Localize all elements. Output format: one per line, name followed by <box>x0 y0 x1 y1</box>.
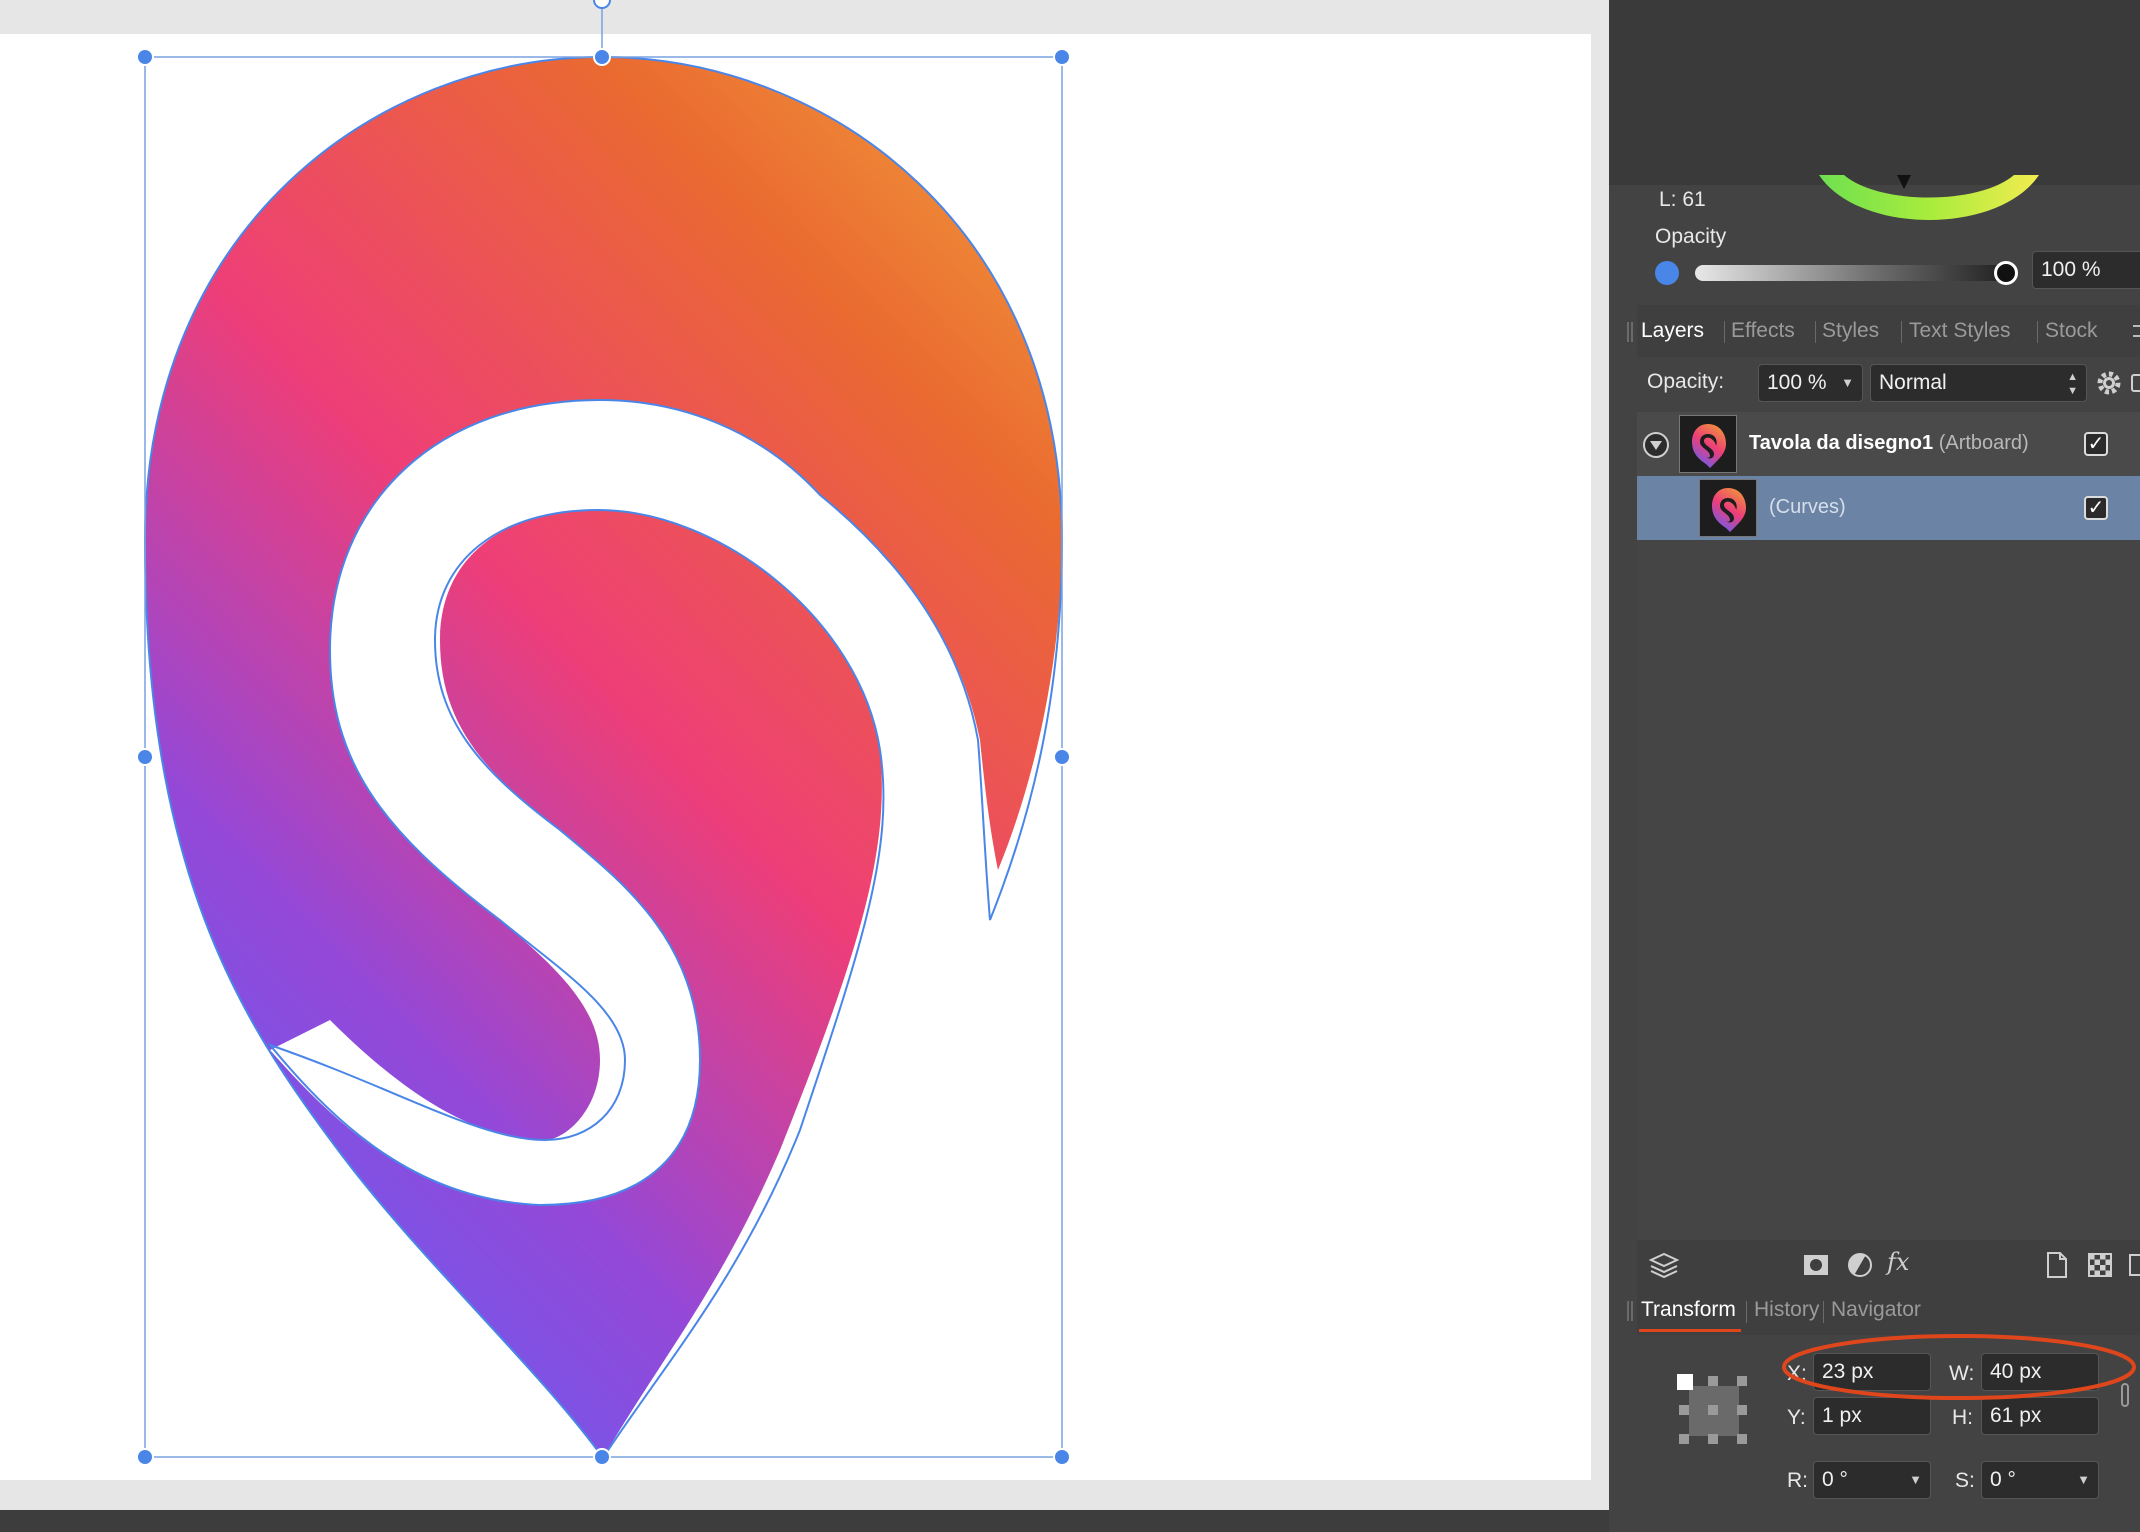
layer-row-artboard[interactable]: Tavola da disegno1 (Artboard) ✓ <box>1637 412 2140 476</box>
colour-panel: L: 61 Opacity 100 % <box>1609 175 2140 305</box>
lightness-readout: L: 61 <box>1659 188 1706 211</box>
tab-divider <box>1815 321 1816 343</box>
rotation-label: R: <box>1787 1469 1808 1492</box>
handle-top-center <box>593 48 611 66</box>
tab-divider <box>1901 321 1902 343</box>
layer-name: Tavola da disegno1 (Artboard) <box>1749 432 2029 455</box>
fx-icon[interactable]: fx <box>1887 1248 1909 1276</box>
highlight-ellipse-annotation <box>1782 1334 2136 1400</box>
opacity-input[interactable]: 100 % <box>2032 251 2140 289</box>
handle-top-right <box>1053 48 1071 66</box>
adjustment-icon[interactable] <box>1843 1248 1877 1282</box>
tab-layers[interactable]: Layers <box>1641 305 1704 357</box>
transform-tab-bar: Transform History Navigator <box>1637 1285 2140 1335</box>
y-label: Y: <box>1787 1406 1806 1429</box>
tab-effects[interactable]: Effects <box>1731 305 1795 357</box>
tab-divider <box>2037 321 2038 343</box>
layer-type: (Curves) <box>1769 496 1846 518</box>
handle-bottom-center <box>593 1448 611 1466</box>
tab-history[interactable]: History <box>1754 1285 1819 1335</box>
logo-thumbnail-icon <box>1712 488 1746 532</box>
layers-panel-grip-icon[interactable] <box>1627 322 1633 342</box>
layers-stack-icon[interactable] <box>1647 1248 1681 1282</box>
layer-thumbnail <box>1699 479 1757 537</box>
handle-middle-left <box>136 748 154 766</box>
tab-text-styles[interactable]: Text Styles <box>1909 305 2011 357</box>
panel-menu-icon[interactable] <box>2133 325 2140 337</box>
tab-divider <box>1724 321 1725 343</box>
tab-divider <box>1746 1301 1747 1323</box>
lock-icon[interactable] <box>2131 374 2140 392</box>
tab-divider <box>1823 1301 1824 1323</box>
colour-wheel-arc[interactable] <box>1799 175 2059 235</box>
layer-type: (Artboard) <box>1938 432 2029 454</box>
up-down-chevron-icon: ▲ ▼ <box>2067 371 2078 397</box>
chevron-down-icon: ▼ <box>1909 1472 1922 1487</box>
colour-swatch[interactable] <box>1655 261 1679 285</box>
active-tab-underline <box>1639 1329 1741 1332</box>
tab-stock[interactable]: Stock <box>2045 305 2098 357</box>
blend-mode-value: Normal <box>1879 371 1947 394</box>
tab-transform[interactable]: Transform <box>1641 1285 1736 1335</box>
shear-value: 0 ° <box>1990 1468 2016 1491</box>
gear-icon[interactable] <box>2096 370 2122 396</box>
chevron-down-icon: ▼ <box>2077 1472 2090 1487</box>
opacity-slider[interactable] <box>1695 265 2005 281</box>
hue-marker-icon <box>1897 175 1911 189</box>
checkerboard-icon[interactable] <box>2083 1248 2117 1282</box>
layer-opacity-label: Opacity: <box>1647 370 1725 393</box>
rotation-value: 0 ° <box>1822 1468 1848 1491</box>
layer-opacity-select[interactable]: 100 % ▼ <box>1758 364 1863 402</box>
layer-thumbnail <box>1679 415 1737 473</box>
layer-row-curves[interactable]: (Curves) ✓ <box>1637 476 2140 540</box>
chevron-down-icon: ▼ <box>1841 375 1854 390</box>
transform-panel-grip-icon[interactable] <box>1627 1301 1633 1321</box>
mask-icon[interactable] <box>1799 1248 1833 1282</box>
handle-middle-right <box>1053 748 1071 766</box>
trash-icon[interactable] <box>2129 1254 2140 1276</box>
rotation-handle <box>593 0 611 9</box>
layer-opacity-value: 100 % <box>1767 371 1827 394</box>
layer-title: Tavola da disegno1 <box>1749 432 1934 454</box>
shear-label: S: <box>1955 1469 1975 1492</box>
opacity-label: Opacity <box>1655 225 1727 248</box>
logo-thumbnail-icon <box>1692 424 1726 468</box>
anchor-point-selector[interactable] <box>1669 1366 1759 1456</box>
tab-navigator[interactable]: Navigator <box>1831 1285 1921 1335</box>
shear-select[interactable]: 0 ° ▼ <box>1981 1461 2099 1499</box>
panel-header-area <box>1609 0 2140 185</box>
canvas-workspace[interactable] <box>0 0 1609 1532</box>
visibility-checkbox[interactable]: ✓ <box>2084 496 2108 520</box>
layers-bottom-toolbar: fx <box>1637 1240 2140 1290</box>
blend-mode-select[interactable]: Normal ▲ ▼ <box>1870 364 2087 402</box>
logo-shape[interactable] <box>145 57 1062 1458</box>
rotation-select[interactable]: 0 ° ▼ <box>1813 1461 1931 1499</box>
opacity-input-value: 100 % <box>2041 258 2101 281</box>
layers-tab-bar: Layers Effects Styles Text Styles Stock <box>1637 305 2140 357</box>
new-document-icon[interactable] <box>2039 1248 2073 1282</box>
opacity-slider-knob[interactable] <box>1994 261 2018 285</box>
handle-bottom-right <box>1053 1448 1071 1466</box>
right-studio-panel: L: 61 Opacity 100 % Layers Effects Style… <box>1609 0 2140 1532</box>
handle-top-left <box>136 48 154 66</box>
height-value: 61 px <box>1990 1404 2042 1427</box>
y-position-value: 1 px <box>1822 1404 1862 1427</box>
handle-bottom-left <box>136 1448 154 1466</box>
expand-toggle-icon[interactable] <box>1643 432 1669 458</box>
h-label: H: <box>1952 1406 1973 1429</box>
canvas-artwork[interactable] <box>0 0 1609 1510</box>
anchor-top-left-icon <box>1677 1374 1693 1390</box>
tab-styles[interactable]: Styles <box>1822 305 1879 357</box>
visibility-checkbox[interactable]: ✓ <box>2084 432 2108 456</box>
